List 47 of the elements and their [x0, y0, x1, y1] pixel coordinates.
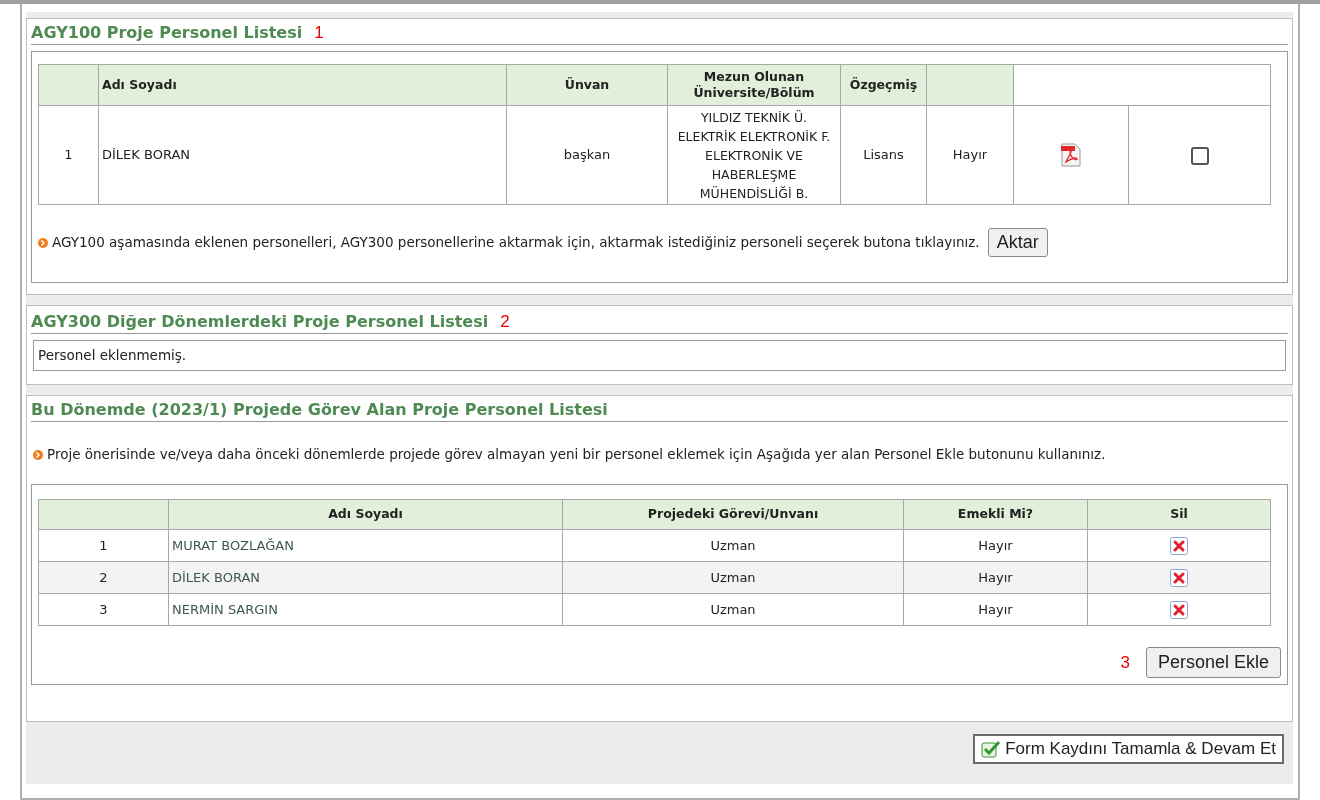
table-cell: Hayır — [926, 105, 1014, 205]
header-cell — [38, 64, 99, 106]
info-text: AGY100 aşamasında eklenen personelleri, AGY300 personellerine aktarmak için, aktarmak istediğiniz personeli seçerek butona tıklayınız. — [38, 232, 980, 253]
table-cell: başkan — [506, 105, 668, 205]
table-cell: 1 — [38, 529, 169, 562]
annotation-number: 3 — [1120, 651, 1130, 674]
table-cell: MURAT BOZLAĞAN — [168, 529, 563, 562]
table-cell: Uzman — [562, 593, 904, 626]
bullet-icon — [38, 238, 48, 249]
section-title: Bu Dönemde (2023/1) Projede Görev Alan Proje Personel Listesi — [31, 400, 608, 420]
table-cell: 2 — [38, 561, 169, 594]
empty-message: Personel eklenmemiş. — [38, 346, 187, 366]
transfer-button[interactable]: Aktar — [987, 228, 1048, 257]
delete-icon[interactable] — [1170, 601, 1188, 620]
column-header: Ünvan — [506, 64, 668, 106]
add-personnel-button[interactable]: Personel Ekle — [1145, 647, 1281, 678]
checkmark-icon — [981, 740, 1002, 758]
complete-form-button[interactable]: Form Kaydını Tamamla & Devam Et — [973, 734, 1284, 764]
table-cell: Lisans — [840, 105, 927, 205]
table-cell: Hayır — [903, 561, 1088, 594]
checkbox[interactable] — [1190, 146, 1209, 165]
table-cell: DİLEK BORAN — [98, 105, 507, 205]
info-text: Proje önerisinde ve/veya daha önceki dönemlerde projede görev almayan yeni bir personel eklemek için Aşağıda yer alan Personel Ekle butonunu kullanınız. — [33, 444, 1233, 464]
table-cell: 3 — [38, 593, 169, 626]
column-header: Özgeçmiş — [840, 64, 927, 106]
table-cell: Uzman — [562, 529, 904, 562]
column-header: Projedeki Görevi/Unvanı — [562, 499, 904, 530]
section-title: AGY100 Proje Personel Listesi — [31, 23, 303, 43]
column-header: Sil — [1087, 499, 1271, 530]
annotation-number: 2 — [500, 312, 510, 332]
annotation-number: 1 — [314, 23, 324, 43]
delete-icon[interactable] — [1170, 537, 1188, 556]
table-cell: YILDIZ TEKNİK Ü. ELEKTRİK ELEKTRONİK F. ELEKTRONİK VE HABERLEŞME MÜHENDİSLİĞİ B. — [667, 105, 841, 205]
column-header: Adı Soyadı — [168, 499, 563, 530]
column-header: Mezun Olunan Üniversite/Bölüm — [667, 64, 841, 106]
table-cell: DİLEK BORAN — [168, 561, 563, 594]
table-cell: Hayır — [903, 529, 1088, 562]
table-cell: 1 — [38, 105, 99, 205]
table-cell: Uzman — [562, 561, 904, 594]
bullet-icon — [33, 450, 43, 460]
pdf-icon[interactable] — [1060, 143, 1082, 167]
column-header: Emekli Mi? — [903, 499, 1088, 530]
section-title: AGY300 Diğer Dönemlerdeki Proje Personel Listesi — [31, 312, 489, 332]
delete-icon[interactable] — [1170, 569, 1188, 588]
column-header: Adı Soyadı — [98, 64, 507, 106]
table-cell: NERMİN SARGIN — [168, 593, 563, 626]
table-cell: Hayır — [903, 593, 1088, 626]
